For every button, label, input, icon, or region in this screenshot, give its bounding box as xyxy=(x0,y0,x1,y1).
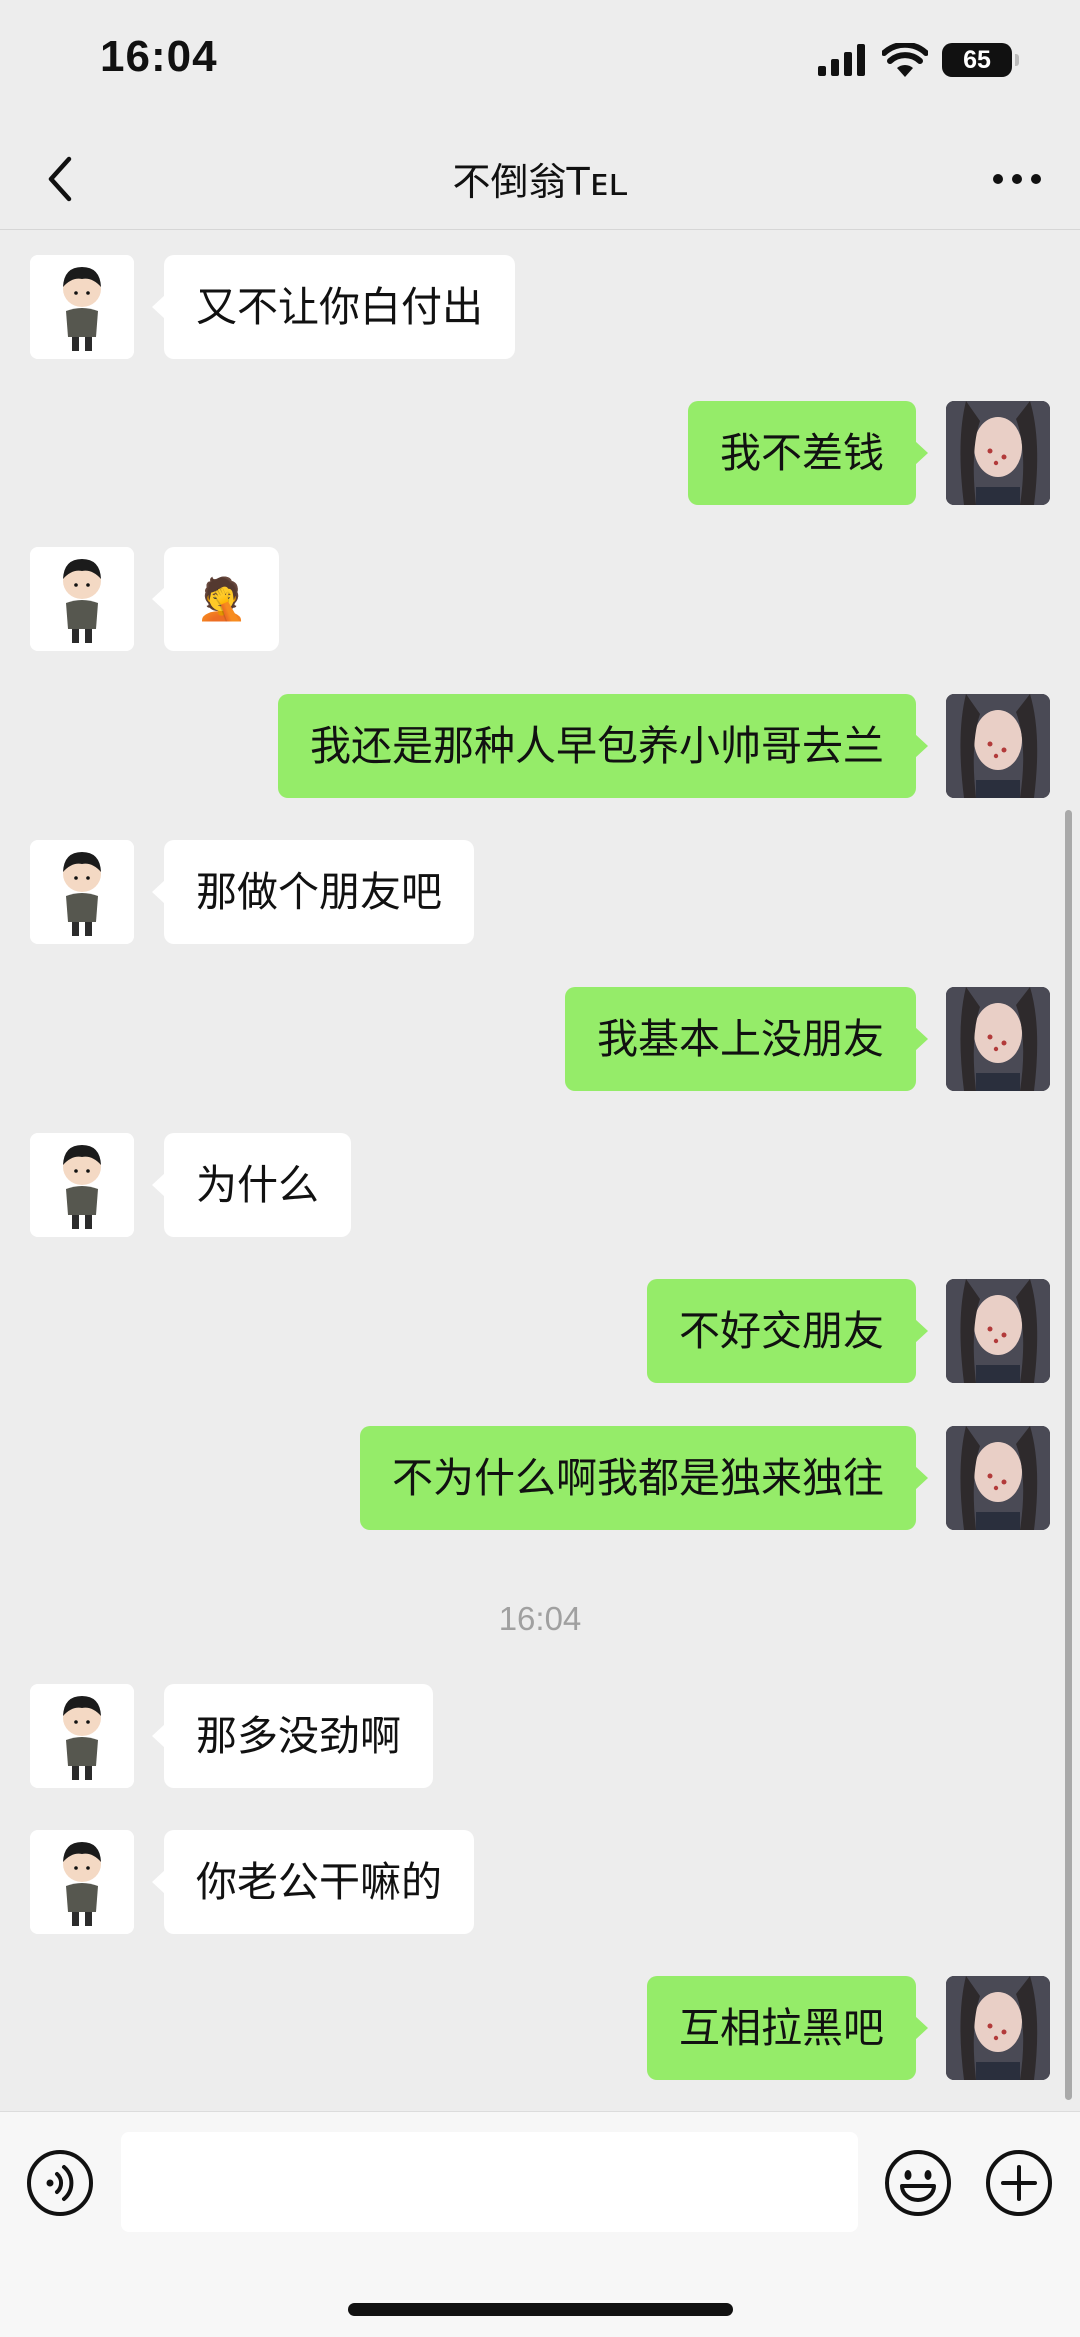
received-message: 你老公干嘛的 xyxy=(0,1830,1080,1934)
chat-title: 不倒翁Tᴇʟ xyxy=(452,160,628,204)
voice-icon xyxy=(27,2150,93,2216)
sent-message: 不好交朋友 xyxy=(0,1279,1080,1383)
home-indicator[interactable] xyxy=(348,2303,733,2316)
message-bubble[interactable]: 你老公干嘛的 xyxy=(152,1830,474,1934)
user-avatar[interactable] xyxy=(946,694,1050,798)
chat-header: 不倒翁Tᴇʟ xyxy=(0,125,1080,230)
user-avatar[interactable] xyxy=(946,1976,1050,2080)
received-message: 为什么 xyxy=(0,1133,1080,1237)
user-avatar[interactable] xyxy=(946,401,1050,505)
emoji-button[interactable] xyxy=(884,2149,952,2217)
message-bubble[interactable]: 我基本上没朋友 xyxy=(565,987,928,1091)
contact-avatar[interactable] xyxy=(30,255,134,359)
contact-avatar[interactable] xyxy=(30,1684,134,1788)
voice-button[interactable] xyxy=(26,2149,94,2217)
message-bubble[interactable]: 为什么 xyxy=(152,1133,351,1237)
message-bubble[interactable]: 不为什么啊我都是独来独往 xyxy=(360,1426,928,1530)
message-bubble[interactable]: 我不差钱 xyxy=(688,401,928,505)
user-avatar[interactable] xyxy=(946,1426,1050,1530)
user-avatar[interactable] xyxy=(946,987,1050,1091)
message-timestamp: 16:04 xyxy=(498,1600,582,1637)
plus-icon xyxy=(986,2150,1052,2216)
message-bubble[interactable]: 互相拉黑吧 xyxy=(647,1976,928,2080)
status-icons: 65 xyxy=(818,40,1019,80)
received-message: 那做个朋友吧 xyxy=(0,840,1080,944)
user-avatar[interactable] xyxy=(946,1279,1050,1383)
wifi-icon xyxy=(882,43,928,77)
received-message: 那多没劲啊 xyxy=(0,1684,1080,1788)
scrollbar[interactable] xyxy=(1065,810,1072,2100)
message-input[interactable] xyxy=(121,2132,858,2232)
signal-icon xyxy=(818,44,865,76)
message-bubble[interactable]: 那做个朋友吧 xyxy=(152,840,474,944)
sent-message: 我基本上没朋友 xyxy=(0,987,1080,1091)
message-bubble[interactable]: 那多没劲啊 xyxy=(152,1684,433,1788)
contact-avatar[interactable] xyxy=(30,1133,134,1237)
contact-avatar[interactable] xyxy=(30,840,134,944)
status-bar: 16:04 65 xyxy=(0,0,1080,125)
sent-message: 不为什么啊我都是独来独往 xyxy=(0,1426,1080,1530)
message-bubble[interactable]: 又不让你白付出 xyxy=(152,255,515,359)
message-list[interactable]: 又不让你白付出我不差钱 🤦 我还是那种人早包养小帅哥去兰那做个朋友吧 我基本上没朋友为… xyxy=(0,231,1080,2111)
more-dots-icon xyxy=(993,174,1041,184)
more-options-button[interactable] xyxy=(982,149,1052,209)
sent-message: 我不差钱 xyxy=(0,401,1080,505)
contact-avatar[interactable] xyxy=(30,1830,134,1934)
status-time: 16:04 xyxy=(100,32,218,81)
contact-avatar[interactable] xyxy=(30,547,134,651)
emoji-icon xyxy=(885,2150,951,2216)
message-bubble[interactable]: 我还是那种人早包养小帅哥去兰 xyxy=(278,694,928,798)
sent-message: 我还是那种人早包养小帅哥去兰 xyxy=(0,694,1080,798)
received-message: 又不让你白付出 xyxy=(0,255,1080,359)
more-actions-button[interactable] xyxy=(985,2149,1053,2217)
sent-message: 互相拉黑吧 xyxy=(0,1976,1080,2080)
message-bubble[interactable]: 🤦 xyxy=(151,547,280,651)
battery-indicator: 65 xyxy=(942,43,1019,77)
received-message: 🤦 xyxy=(0,547,1080,651)
message-bubble[interactable]: 不好交朋友 xyxy=(647,1279,928,1383)
